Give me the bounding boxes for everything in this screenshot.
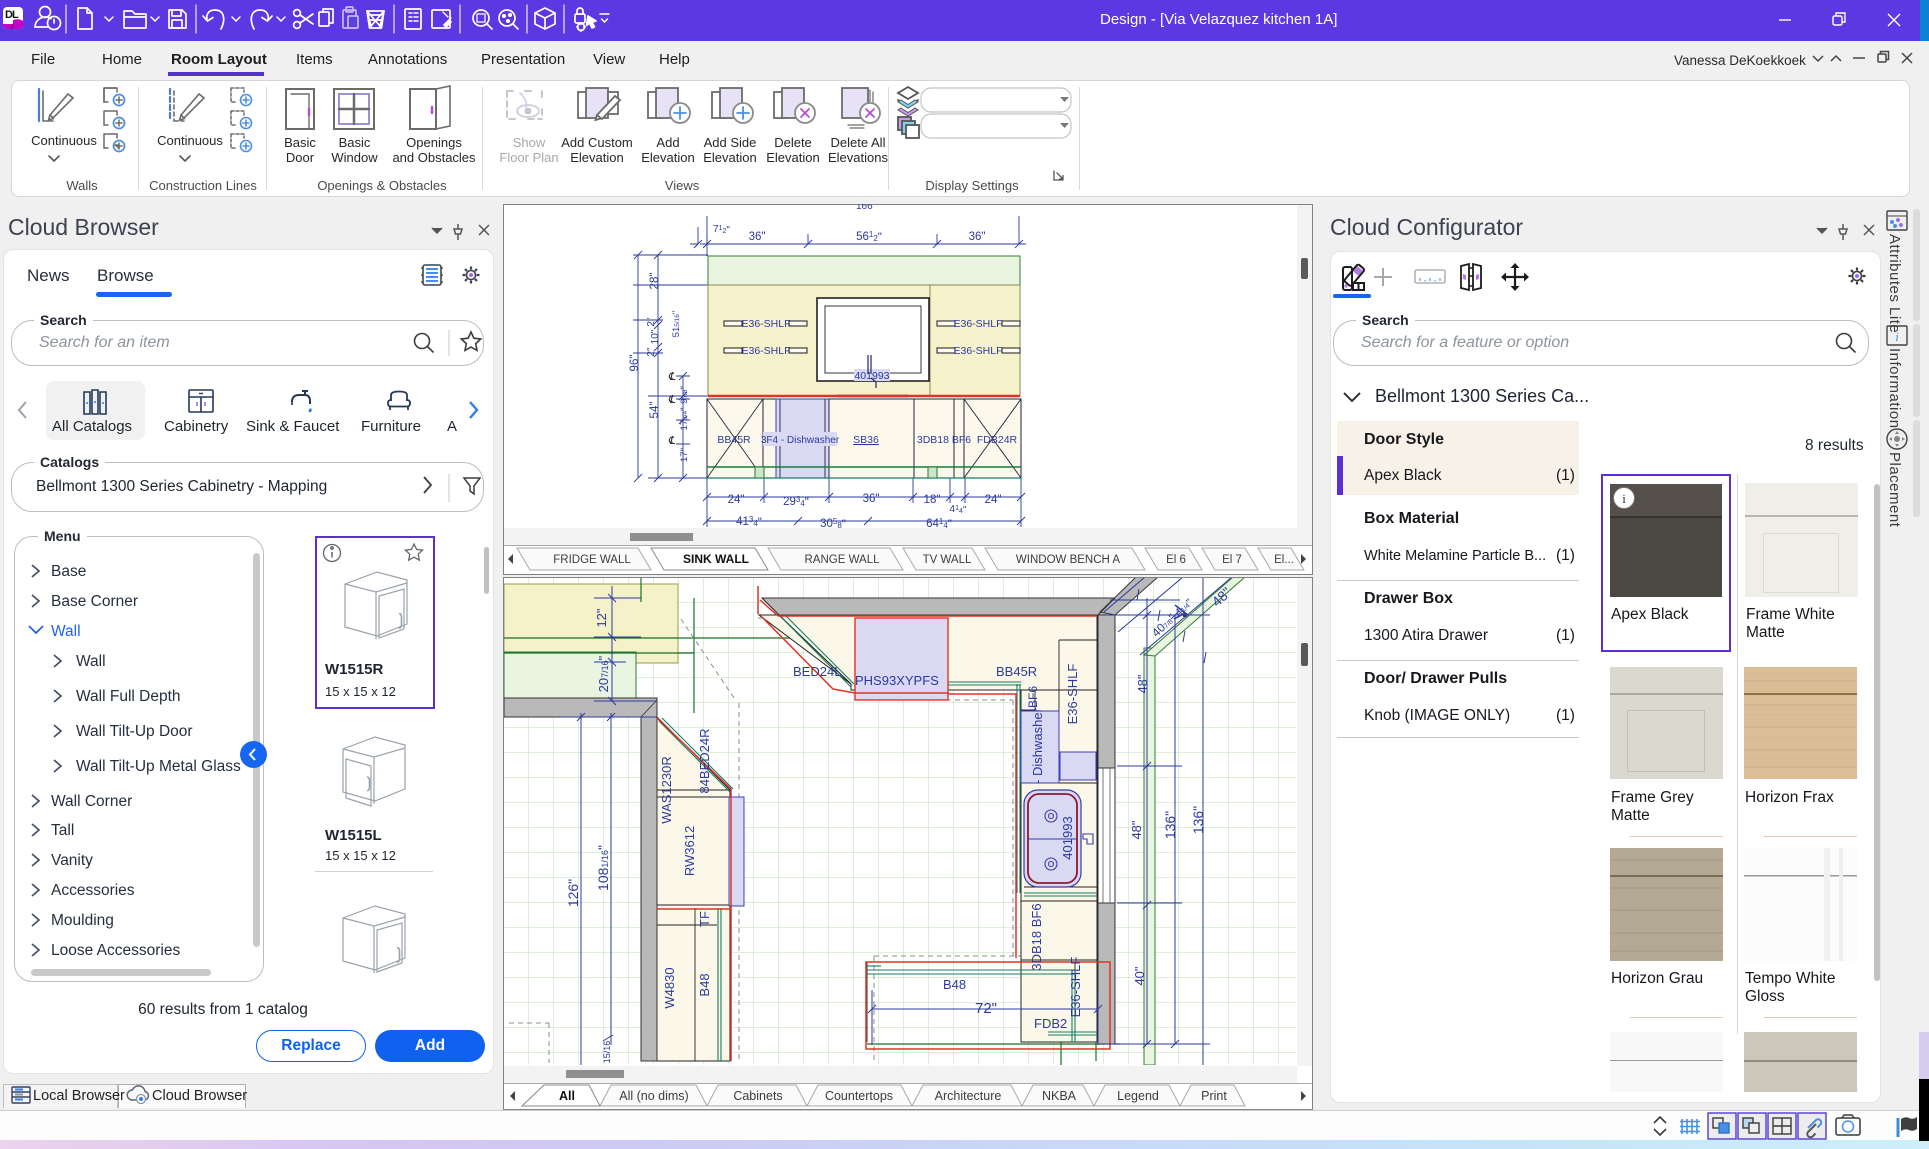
svg-text:3DB18 BF6: 3DB18 BF6 <box>917 434 971 446</box>
svg-text:Print: Print <box>1201 1089 1227 1103</box>
svg-text:℄: ℄ <box>668 435 676 447</box>
svg-text:BB45R: BB45R <box>717 434 751 446</box>
svg-text:FRIDGE WALL: FRIDGE WALL <box>553 554 631 566</box>
svg-text:E36-SHLF: E36-SHLF <box>1068 957 1083 1018</box>
svg-text:El...: El... <box>1274 554 1294 566</box>
svg-text:Cabinets: Cabinets <box>733 1089 782 1103</box>
svg-text:40": 40" <box>1132 966 1147 985</box>
svg-text:17": 17" <box>679 448 690 462</box>
svg-text:W4830: W4830 <box>662 967 677 1008</box>
svg-text:TF: TF <box>697 911 712 927</box>
svg-text:24": 24" <box>985 494 1002 506</box>
svg-text:401993: 401993 <box>1060 816 1075 859</box>
svg-text:Countertops: Countertops <box>825 1089 893 1103</box>
svg-text:B48: B48 <box>943 977 966 992</box>
svg-text:401993: 401993 <box>854 370 889 382</box>
svg-text:FDB24R: FDB24R <box>977 434 1018 446</box>
svg-text:TV WALL: TV WALL <box>923 554 972 566</box>
svg-text:166: 166 <box>856 204 873 212</box>
svg-text:72": 72" <box>975 1000 997 1017</box>
svg-text:414": 414" <box>950 504 967 516</box>
svg-text:2": 2" <box>646 347 657 357</box>
svg-text:BF6: BF6 <box>1026 686 1040 708</box>
svg-text:B48: B48 <box>697 973 712 996</box>
svg-text:3DB18 BF6: 3DB18 BF6 <box>1029 903 1044 970</box>
svg-text:36": 36" <box>969 231 986 243</box>
svg-text:E36-SHLF: E36-SHLF <box>1065 664 1080 725</box>
svg-text:E36-SHLF: E36-SHLF <box>741 345 790 357</box>
svg-text:2": 2" <box>646 317 657 327</box>
svg-text:12": 12" <box>594 608 609 627</box>
svg-text:136": 136" <box>1162 811 1178 839</box>
svg-text:Legend: Legend <box>1117 1089 1159 1103</box>
svg-text:NKBA: NKBA <box>1042 1089 1077 1103</box>
svg-text:84BED24R: 84BED24R <box>697 728 712 793</box>
svg-text:BB45R: BB45R <box>996 664 1037 679</box>
svg-text:E36-SHLF: E36-SHLF <box>953 345 1002 357</box>
svg-text:15/16: 15/16 <box>602 1041 612 1064</box>
svg-text:96": 96" <box>629 355 641 372</box>
svg-text:2934": 2934" <box>783 495 809 509</box>
svg-text:36": 36" <box>749 231 766 243</box>
svg-text:3F4 - Dishwasher: 3F4 - Dishwasher <box>761 435 840 446</box>
svg-text:18": 18" <box>924 494 941 506</box>
svg-text:WAS1230R: WAS1230R <box>659 756 674 823</box>
svg-text:36": 36" <box>863 493 880 505</box>
svg-text:Architecture: Architecture <box>935 1089 1002 1103</box>
svg-text:RANGE WALL: RANGE WALL <box>805 554 881 566</box>
svg-text:10": 10" <box>650 329 661 344</box>
svg-text:48": 48" <box>1135 674 1150 693</box>
svg-text:97/8": 97/8" <box>679 386 690 404</box>
svg-text:E36-SHLF: E36-SHLF <box>741 318 790 330</box>
svg-text:SINK WALL: SINK WALL <box>683 552 749 566</box>
svg-text:4134": 4134" <box>736 515 762 529</box>
svg-text:BED24L: BED24L <box>793 664 841 679</box>
svg-text:PHS93XYPFS: PHS93XYPFS <box>855 673 939 688</box>
svg-text:515/16": 515/16" <box>671 311 682 338</box>
svg-text:FDB2: FDB2 <box>1034 1016 1067 1031</box>
svg-text:SB36: SB36 <box>853 434 879 446</box>
svg-text:24": 24" <box>728 494 745 506</box>
svg-text:℄: ℄ <box>668 394 676 406</box>
svg-text:All (no dims): All (no dims) <box>619 1089 688 1103</box>
svg-text:WINDOW BENCH A: WINDOW BENCH A <box>1016 554 1120 566</box>
svg-text:712": 712" <box>713 224 730 236</box>
svg-text:173/4": 173/4" <box>679 408 690 431</box>
svg-text:54": 54" <box>649 402 661 419</box>
svg-text:RW3612: RW3612 <box>682 826 697 876</box>
svg-text:El 6: El 6 <box>1166 554 1186 566</box>
svg-text:136": 136" <box>1190 806 1206 834</box>
svg-text:- Dishwasher: - Dishwasher <box>1030 707 1045 784</box>
svg-text:5612": 5612" <box>856 230 882 244</box>
svg-text:E36-SHLF: E36-SHLF <box>953 318 1002 330</box>
svg-text:48": 48" <box>1129 820 1144 839</box>
svg-text:℄: ℄ <box>668 371 676 383</box>
svg-text:El 7: El 7 <box>1222 554 1242 566</box>
svg-text:All: All <box>559 1089 575 1103</box>
svg-text:28": 28" <box>649 273 661 290</box>
svg-text:126": 126" <box>565 879 581 907</box>
